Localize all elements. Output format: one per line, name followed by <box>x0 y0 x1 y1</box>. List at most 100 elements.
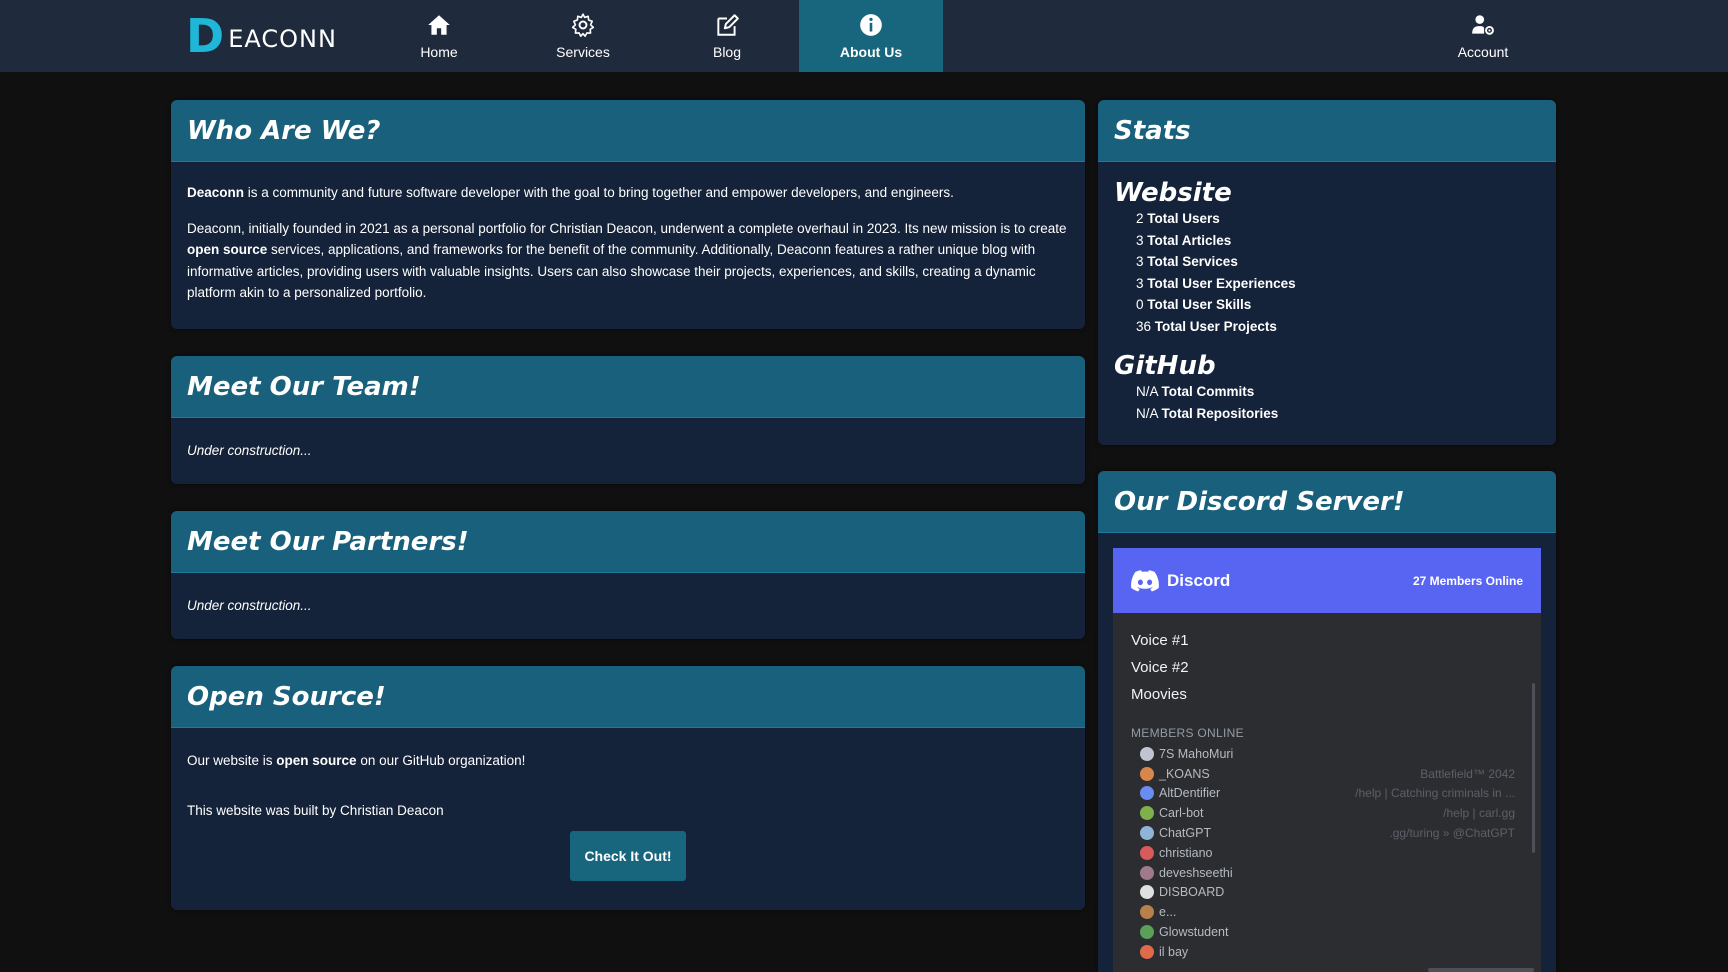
stat-label: Total Articles <box>1147 232 1232 248</box>
member-name: Carl-bot <box>1159 806 1204 821</box>
member-row[interactable]: christiano <box>1131 843 1523 863</box>
stat-label: Total User Skills <box>1147 297 1252 312</box>
stat-value: 3 <box>1136 232 1144 248</box>
who-are-we-body: Deaconn is a community and future softwa… <box>171 162 1085 329</box>
member-row[interactable]: 7S MahoMuri <box>1131 744 1523 764</box>
os-p1-text-b: on our GitHub organization! <box>356 753 526 768</box>
stat-label: Total Users <box>1147 211 1220 226</box>
stat-value: 36 <box>1136 318 1152 334</box>
meet-team-card: Meet Our Team! Under construction... <box>171 356 1085 484</box>
discord-card-title: Our Discord Server! <box>1114 486 1405 517</box>
stat-value: 3 <box>1136 254 1144 269</box>
open-source-paragraph-2: This website was built by Christian Deac… <box>187 802 444 818</box>
discord-horizontal-scrollbar[interactable] <box>1428 968 1534 972</box>
members-online-count: 27 Members Online <box>1413 574 1523 588</box>
open-source-paragraph-1: Our website is open source on our GitHub… <box>187 750 1069 772</box>
member-name: Glowstudent <box>1159 925 1229 940</box>
member-avatar <box>1140 845 1154 860</box>
who-are-we-header: Who Are We? <box>171 100 1085 162</box>
nav-home[interactable]: Home <box>367 0 511 72</box>
team-status-text: Under construction... <box>187 443 312 458</box>
stats-card: Stats Website 2 Total Users 3 Total Arti… <box>1098 100 1556 445</box>
meet-team-header: Meet Our Team! <box>171 356 1085 418</box>
who-paragraph-2: Deaconn, initially founded in 2021 as a … <box>187 218 1069 304</box>
top-nav: D EACONN Home Services Blog About Us Acc… <box>0 0 1728 72</box>
stats-body: Website 2 Total Users 3 Total Articles 3… <box>1098 162 1556 438</box>
channel-moovies[interactable]: Moovies <box>1131 681 1523 708</box>
nav-home-label: Home <box>420 44 458 60</box>
member-row[interactable]: deveshseethi <box>1131 863 1523 883</box>
discord-scrollbar[interactable] <box>1532 683 1535 853</box>
member-row[interactable]: e... <box>1131 902 1523 922</box>
who-paragraph-1: Deaconn is a community and future softwa… <box>187 182 1069 204</box>
partners-status-text: Under construction... <box>187 598 312 613</box>
open-source-header: Open Source! <box>171 666 1085 728</box>
meet-team-body: Under construction... <box>171 418 1085 476</box>
stat-label: Total Repositories <box>1161 405 1279 421</box>
nav-about-us-label: About Us <box>839 44 903 60</box>
member-activity: .gg/turing » @ChatGPT <box>1389 826 1515 841</box>
discord-widget: Discord 27 Members Online Voice #1 Voice… <box>1113 548 1541 972</box>
stat-value: N/A <box>1136 405 1158 421</box>
nav-blog-label: Blog <box>712 44 742 60</box>
discord-widget-body: Voice #1 Voice #2 Moovies MEMBERS ONLINE… <box>1113 613 1541 972</box>
stat-total-articles: 3 Total Articles <box>1136 230 1540 252</box>
who-p1-text: is a community and future software devel… <box>244 185 954 200</box>
meet-partners-title: Meet Our Partners! <box>187 526 469 557</box>
who-p2-text-a: Deaconn, initially founded in 2021 as a … <box>187 220 1067 236</box>
who-are-we-title: Who Are We? <box>187 115 381 146</box>
member-activity: /help | Catching criminals in ... <box>1355 786 1515 801</box>
website-stats-title: Website <box>1114 178 1232 208</box>
member-row[interactable]: Glowstudent <box>1131 922 1523 942</box>
gear-icon <box>571 13 595 37</box>
meet-partners-card: Meet Our Partners! Under construction... <box>171 511 1085 639</box>
member-avatar <box>1140 746 1154 761</box>
stat-label: Total User Experiences <box>1147 275 1296 291</box>
member-row[interactable]: Carl-bot/help | carl.gg <box>1131 803 1523 823</box>
stat-value: 3 <box>1136 275 1144 291</box>
member-avatar <box>1140 786 1154 801</box>
stat-label: Total Services <box>1147 254 1238 269</box>
members-online-title: MEMBERS ONLINE <box>1131 726 1244 740</box>
member-avatar <box>1140 806 1154 821</box>
member-avatar <box>1140 925 1154 940</box>
nav-account[interactable]: Account <box>1411 0 1555 72</box>
who-are-we-card: Who Are We? Deaconn is a community and f… <box>171 100 1085 329</box>
discord-brand[interactable]: Discord <box>1131 569 1230 592</box>
channel-voice-1[interactable]: Voice #1 <box>1131 627 1523 654</box>
stat-total-repositories: N/A Total Repositories <box>1136 403 1540 425</box>
member-avatar <box>1140 905 1154 920</box>
nav-about-us[interactable]: About Us <box>799 0 943 72</box>
member-name: deveshseethi <box>1159 865 1233 880</box>
stat-value: 2 <box>1136 211 1144 226</box>
open-source-body: Our website is open source on our GitHub… <box>171 728 1085 895</box>
nav-blog[interactable]: Blog <box>655 0 799 72</box>
channel-voice-2[interactable]: Voice #2 <box>1131 654 1523 681</box>
member-row[interactable]: ChatGPT .gg/turing » @ChatGPT <box>1131 823 1523 843</box>
member-row[interactable]: AltDentifier/help | Catching criminals i… <box>1131 784 1523 804</box>
member-name: e... <box>1159 905 1177 920</box>
edit-icon <box>717 14 739 36</box>
member-name: il bay <box>1159 944 1189 959</box>
nav-account-label: Account <box>1457 44 1509 60</box>
stats-title: Stats <box>1114 115 1191 146</box>
logo-text: EACONN <box>228 25 337 53</box>
stat-total-user-experiences: 3 Total User Experiences <box>1136 273 1540 295</box>
stat-value: N/A <box>1136 384 1158 399</box>
member-name: ChatGPT <box>1159 826 1212 841</box>
website-stats-list: 2 Total Users 3 Total Articles 3 Total S… <box>1114 208 1540 337</box>
meet-partners-body: Under construction... <box>171 573 1085 631</box>
stat-value: 0 <box>1136 297 1144 312</box>
check-it-out-button[interactable]: Check It Out! <box>570 831 686 881</box>
member-row[interactable]: il bay <box>1131 942 1523 962</box>
discord-logo-icon <box>1131 569 1159 591</box>
nav-services[interactable]: Services <box>511 0 655 72</box>
nav-services-label: Services <box>556 44 610 60</box>
info-icon <box>860 14 882 36</box>
member-row[interactable]: DISBOARD <box>1131 883 1523 903</box>
member-row[interactable]: _KOANS Battlefield™ 2042 <box>1131 764 1523 784</box>
member-avatar <box>1140 766 1154 781</box>
deaconn-logo[interactable]: D EACONN <box>186 13 337 59</box>
online-count-label: Members Online <box>1426 573 1523 588</box>
github-stats-list: N/A Total Commits N/A Total Repositories <box>1114 381 1540 424</box>
